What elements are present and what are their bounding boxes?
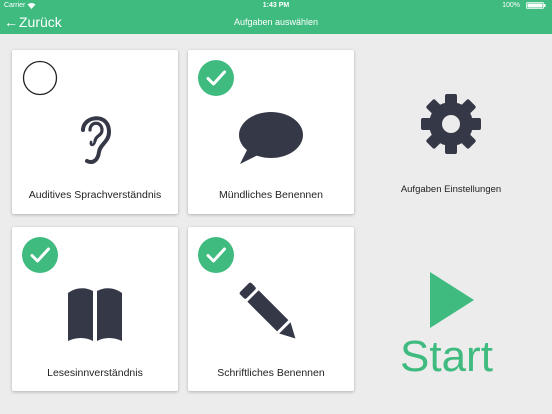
nav-bar: ← Zurück Aufgaben auswählen <box>0 11 552 34</box>
status-bar: Carrier 1:43 PM 100% <box>0 0 552 11</box>
checkmark-icon[interactable] <box>198 237 234 273</box>
task-card-oral-naming[interactable]: Mündliches Benennen <box>188 50 354 214</box>
task-label: Lesesinnverständnis <box>47 367 143 379</box>
header: Carrier 1:43 PM 100% ← Zurück Aufgaben a… <box>0 0 552 34</box>
status-time: 1:43 PM <box>262 2 290 9</box>
play-icon <box>430 272 474 328</box>
battery-percent: 100% <box>502 2 520 9</box>
task-label: Schriftliches Benennen <box>217 367 325 379</box>
checkmark-icon[interactable] <box>198 60 234 96</box>
task-card-auditory[interactable]: Auditives Sprachverständnis <box>12 50 178 214</box>
task-label: Auditives Sprachverständnis <box>28 189 162 201</box>
settings-label: Aufgaben Einstellungen <box>400 184 502 195</box>
task-card-reading[interactable]: Lesesinnverständnis <box>12 227 178 391</box>
settings-button[interactable] <box>370 86 532 198</box>
start-label[interactable]: Start <box>400 335 493 379</box>
gear-icon <box>421 94 481 154</box>
unchecked-circle-icon[interactable] <box>22 60 58 96</box>
page-title: Aufgaben auswählen <box>233 17 319 27</box>
ear-icon <box>81 116 112 164</box>
book-icon <box>68 288 122 341</box>
checkmark-icon[interactable] <box>22 237 58 273</box>
speech-bubble-icon <box>239 112 303 164</box>
battery-icon <box>526 2 546 9</box>
task-label: Mündliches Benennen <box>219 189 323 201</box>
task-card-written-naming[interactable]: Schriftliches Benennen <box>188 227 354 391</box>
pencil-icon <box>239 282 296 339</box>
